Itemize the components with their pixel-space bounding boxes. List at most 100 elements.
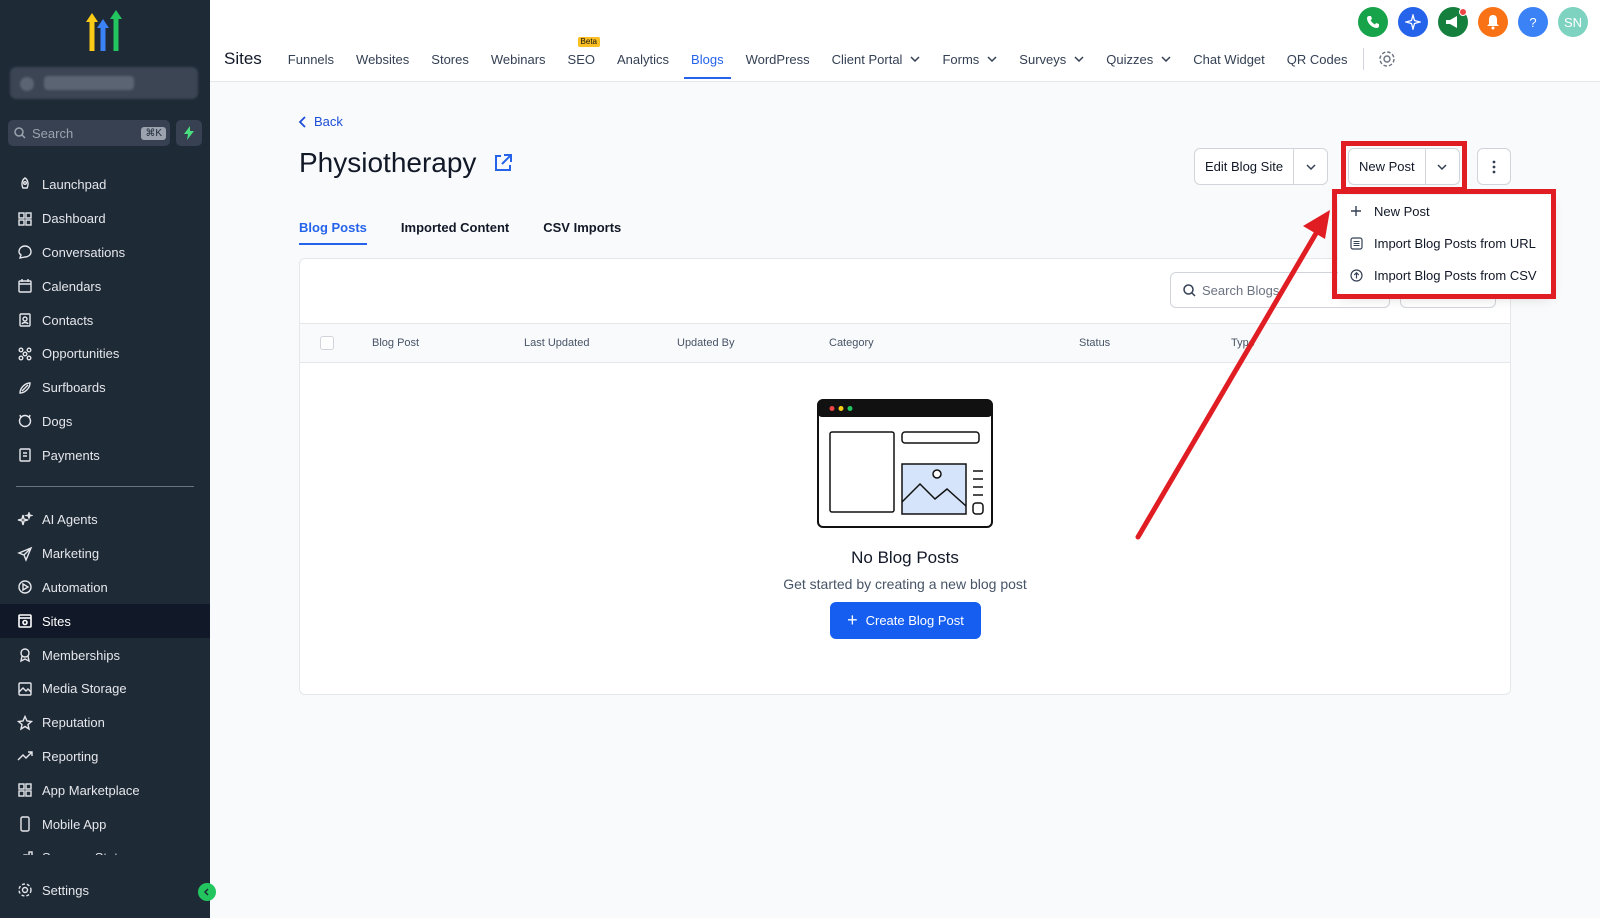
sidebar-item-label: Payments [42, 447, 100, 463]
tab-websites[interactable]: Websites [356, 52, 409, 67]
sidebar-item-label: Success Stats [42, 850, 124, 855]
tab-seo[interactable]: Beta SEO [567, 36, 601, 67]
tab-label: Quizzes [1106, 51, 1154, 67]
column-last-updated[interactable]: Last Updated [524, 337, 589, 349]
more-vertical-icon [1492, 160, 1496, 173]
search-icon [1183, 283, 1196, 297]
select-all-checkbox[interactable] [320, 336, 334, 350]
tab-funnels[interactable]: Funnels [288, 52, 334, 67]
search-icon [14, 127, 26, 139]
collapse-sidebar-button[interactable] [198, 883, 216, 901]
chevron-left-icon [298, 115, 306, 128]
chevron-down-icon [987, 56, 997, 62]
sidebar-item-label: Opportunities [42, 346, 120, 362]
chevron-down-icon [1161, 56, 1171, 62]
tab-csv-imports[interactable]: CSV Imports [543, 220, 621, 243]
table-header: Blog Post Last Updated Updated By Catego… [300, 323, 1510, 363]
account-switcher[interactable] [10, 67, 198, 99]
image-icon [16, 680, 34, 698]
sidebar-item-sites[interactable]: Sites [0, 604, 210, 639]
sidebar-item-label: Dogs [42, 413, 73, 429]
edit-blog-site-dropdown[interactable] [1293, 149, 1327, 184]
sidebar-item-mobile-app[interactable]: Mobile App [0, 807, 210, 841]
sidebar-item-settings[interactable]: Settings [0, 873, 210, 907]
sidebar-nav-primary: Launchpad Dashboard Conversations Calendars… [0, 168, 210, 472]
chevron-down-icon [1306, 163, 1316, 170]
empty-blog-illustration [817, 399, 993, 528]
external-link-icon[interactable] [492, 152, 514, 174]
more-options-button[interactable] [1477, 148, 1511, 185]
sidebar-item-opportunities[interactable]: Opportunities [0, 337, 210, 371]
sidebar-search[interactable]: Search ⌘K [8, 120, 170, 146]
sidebar-nav-secondary: AI Agents Marketing Automation Sites Members… [0, 503, 210, 855]
chevron-down-icon [910, 56, 920, 62]
sidebar-item-ai-agents[interactable]: AI Agents [0, 503, 210, 537]
tab-chat-widget[interactable]: Chat Widget [1193, 52, 1265, 67]
sidebar-item-dashboard[interactable]: Dashboard [0, 202, 210, 236]
sidebar-item-label: AI Agents [42, 512, 98, 528]
sidebar-item-launchpad[interactable]: Launchpad [0, 168, 210, 202]
tab-label: SEO [567, 51, 596, 67]
sites-icon [16, 612, 34, 630]
sidebar-item-media-storage[interactable]: Media Storage [0, 672, 210, 706]
column-blog-post[interactable]: Blog Post [372, 337, 419, 349]
help-button[interactable]: ? [1518, 7, 1548, 37]
sidebar-item-reputation[interactable]: Reputation [0, 706, 210, 740]
plus-icon: + [847, 610, 858, 630]
sidebar-search-placeholder: Search [32, 125, 74, 141]
sidebar-item-app-marketplace[interactable]: App Marketplace [0, 773, 210, 807]
help-icon: ? [1529, 14, 1537, 30]
chevron-down-icon [1074, 56, 1084, 62]
sidebar-item-payments[interactable]: Payments [0, 438, 210, 472]
sidebar-item-label: Conversations [42, 244, 126, 260]
sidebar-item-contacts[interactable]: Contacts [0, 303, 210, 337]
ai-assistant-button[interactable] [1398, 7, 1428, 37]
tab-analytics[interactable]: Analytics [617, 52, 669, 67]
sidebar-item-dogs[interactable]: Dogs [0, 405, 210, 439]
create-blog-post-button[interactable]: + Create Blog Post [830, 602, 981, 639]
tab-blogs[interactable]: Blogs [684, 52, 731, 79]
tab-label: Forms [942, 51, 980, 67]
gear-icon [16, 881, 34, 899]
tab-qr-codes[interactable]: QR Codes [1287, 52, 1348, 67]
column-type[interactable]: Type [1231, 337, 1255, 349]
tab-webinars[interactable]: Webinars [491, 52, 546, 67]
phone-device-icon [16, 815, 34, 833]
sidebar-item-label: Mobile App [42, 816, 107, 832]
gear-icon[interactable] [1378, 50, 1396, 68]
sidebar-item-label: Surfboards [42, 380, 106, 396]
trend-icon [16, 747, 34, 765]
avatar-initials: SN [1563, 14, 1583, 30]
notifications-button[interactable] [1478, 7, 1508, 37]
sidebar-item-marketing[interactable]: Marketing [0, 537, 210, 571]
create-blog-post-label: Create Blog Post [865, 613, 964, 628]
tab-quizzes[interactable]: Quizzes [1106, 52, 1171, 67]
edit-blog-site-button[interactable]: Edit Blog Site [1195, 149, 1293, 184]
back-link[interactable]: Back [298, 114, 343, 129]
column-category[interactable]: Category [829, 337, 874, 349]
tab-blog-posts[interactable]: Blog Posts [299, 220, 367, 245]
sidebar-item-memberships[interactable]: Memberships [0, 638, 210, 672]
empty-subtitle: Get started by creating a new blog post [783, 576, 1027, 592]
sidebar-item-reporting[interactable]: Reporting [0, 740, 210, 774]
search-blogs-placeholder: Search Blogs [1202, 282, 1280, 298]
column-status[interactable]: Status [1079, 337, 1110, 349]
quick-action-button[interactable] [176, 120, 202, 146]
sidebar-item-automation[interactable]: Automation [0, 571, 210, 605]
column-updated-by[interactable]: Updated By [677, 337, 734, 349]
sidebar-item-success-stats[interactable]: Success Stats [0, 841, 210, 855]
sidebar-item-calendars[interactable]: Calendars [0, 269, 210, 303]
tab-forms[interactable]: Forms [942, 52, 997, 67]
grid-icon [16, 210, 34, 228]
tab-imported-content[interactable]: Imported Content [401, 220, 509, 243]
phone-button[interactable] [1358, 7, 1388, 37]
tab-stores[interactable]: Stores [431, 52, 469, 67]
tab-client-portal[interactable]: Client Portal [832, 52, 921, 67]
tab-surveys[interactable]: Surveys [1019, 52, 1084, 67]
avatar[interactable]: SN [1558, 7, 1588, 37]
chat-icon [16, 243, 34, 261]
announcements-button[interactable] [1438, 7, 1468, 37]
sidebar-item-surfboards[interactable]: Surfboards [0, 371, 210, 405]
sidebar-item-conversations[interactable]: Conversations [0, 236, 210, 270]
tab-wordpress[interactable]: WordPress [746, 52, 810, 67]
